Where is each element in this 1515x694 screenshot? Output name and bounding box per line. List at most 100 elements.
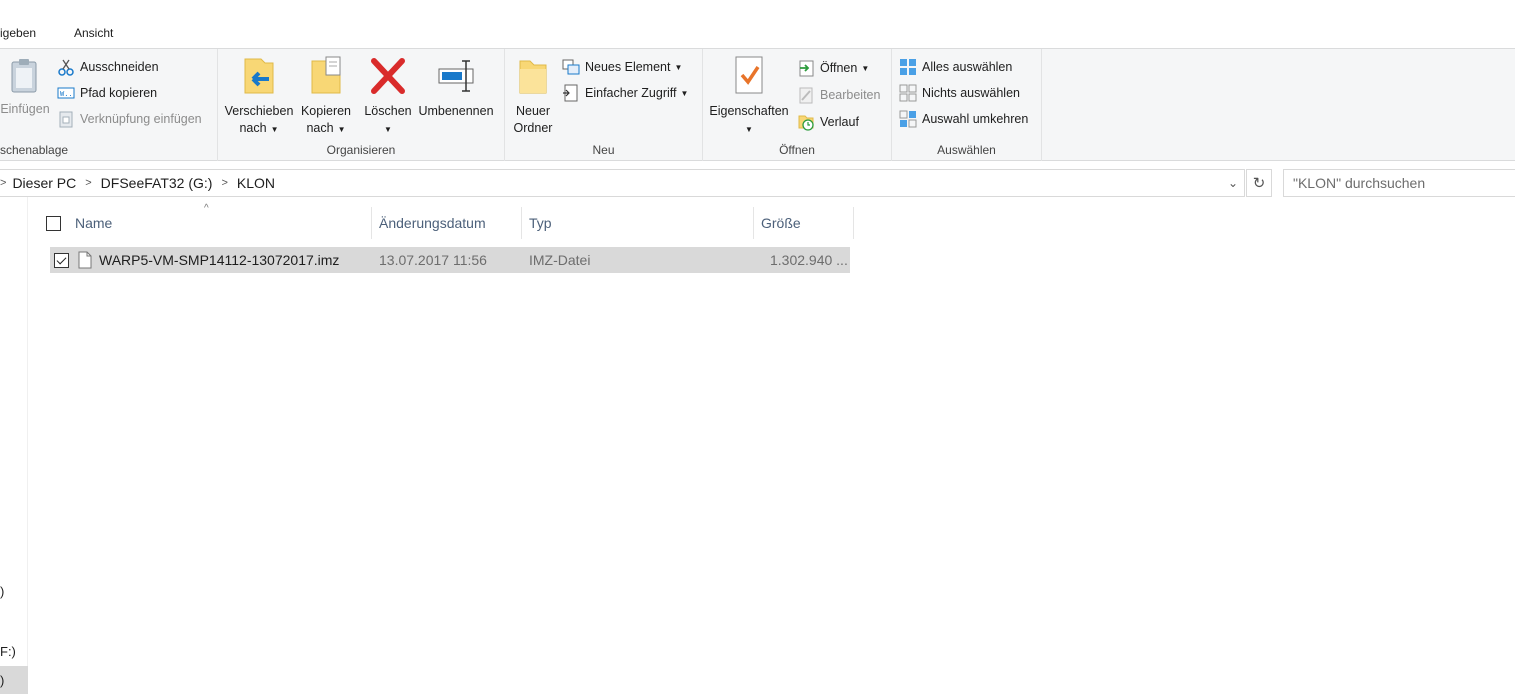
file-date: 13.07.2017 11:56 xyxy=(379,252,487,268)
history-label: Verlauf xyxy=(820,115,859,129)
chevron-down-icon: ▼ xyxy=(384,125,392,134)
folder-icon xyxy=(519,60,547,94)
column-name-label: Name xyxy=(75,215,113,231)
file-name[interactable]: WARP5-VM-SMP14112-13072017.imz xyxy=(99,247,339,273)
navigation-pane: ) F:) ) xyxy=(0,197,28,694)
properties-button[interactable]: Eigenschaften ▼ xyxy=(707,55,791,138)
delete-label: Löschen xyxy=(364,104,412,118)
easy-access-icon xyxy=(563,84,578,102)
cut-button[interactable]: Ausschneiden xyxy=(57,56,159,78)
address-bar[interactable]: > Dieser PC > DFSeeFAT32 (G:) > KLON ⌄ xyxy=(0,169,1245,197)
paste-button[interactable]: Einfügen xyxy=(0,57,50,118)
rename-button[interactable]: Umbenennen xyxy=(416,55,496,120)
copy-to-button[interactable]: Kopieren nach ▼ xyxy=(297,55,355,138)
group-label-select: Auswählen xyxy=(937,143,996,157)
tab-share[interactable]: igeben xyxy=(0,26,36,40)
select-none-button[interactable]: Nichts auswählen xyxy=(899,82,1020,104)
column-header-size[interactable]: Größe xyxy=(754,207,854,239)
new-folder-button[interactable]: Neuer Ordner xyxy=(509,55,557,137)
group-clipboard: Einfügen Ausschneiden W.. Pfad kopieren xyxy=(0,49,218,161)
column-header-type[interactable]: Typ xyxy=(522,207,754,239)
select-all-checkbox[interactable] xyxy=(46,215,61,231)
scissors-icon xyxy=(58,59,74,76)
group-label-new: Neu xyxy=(592,143,615,157)
invert-selection-icon xyxy=(899,110,917,128)
chevron-down-icon: ▼ xyxy=(270,125,279,134)
ribbon-tabbar: igeben Ansicht xyxy=(0,0,1515,48)
delete-button[interactable]: Löschen ▼ xyxy=(362,55,414,138)
file-type: IMZ-Datei xyxy=(529,252,591,268)
chevron-down-icon: ▼ xyxy=(680,88,689,98)
properties-check-icon xyxy=(735,56,763,94)
edit-label: Bearbeiten xyxy=(820,88,881,102)
paste-shortcut-label: Verknüpfung einfügen xyxy=(80,112,202,126)
copy-label-1: Kopieren xyxy=(300,104,352,118)
chevron-right-icon: > xyxy=(0,177,7,189)
row-checkbox-cell[interactable] xyxy=(54,247,69,273)
copy-path-button[interactable]: W.. Pfad kopieren xyxy=(57,82,157,104)
paste-shortcut-button[interactable]: Verknüpfung einfügen xyxy=(57,108,202,130)
column-header-date[interactable]: Änderungsdatum xyxy=(372,207,522,239)
select-all-label: Alles auswählen xyxy=(922,60,1013,74)
breadcrumb-this-pc[interactable]: Dieser PC xyxy=(12,175,76,191)
select-none-label: Nichts auswählen xyxy=(922,86,1020,100)
chevron-right-icon[interactable]: > xyxy=(221,177,227,189)
open-button[interactable]: Öffnen ▼ xyxy=(797,57,869,79)
new-item-label: Neues Element xyxy=(585,60,671,74)
breadcrumb-drive[interactable]: DFSeeFAT32 (G:) xyxy=(101,175,213,191)
row-checkbox[interactable] xyxy=(54,252,69,268)
group-new: Neuer Ordner Neues Element ▼ Einfacher Zu… xyxy=(505,49,703,161)
nav-item-1[interactable]: ) xyxy=(0,584,4,599)
tab-view[interactable]: Ansicht xyxy=(74,26,113,40)
invert-selection-label: Auswahl umkehren xyxy=(922,112,1029,126)
select-none-icon xyxy=(899,84,917,102)
move-label-1: Verschieben xyxy=(224,104,294,118)
group-label-clipboard: schenablage xyxy=(0,143,69,157)
move-folder-icon xyxy=(244,58,274,94)
refresh-icon: ↻ xyxy=(1252,175,1266,192)
svg-text:W..: W.. xyxy=(60,90,73,98)
new-item-icon xyxy=(562,59,580,75)
file-icon xyxy=(78,251,92,269)
search-input[interactable] xyxy=(1283,169,1515,197)
chevron-down-icon: ▼ xyxy=(861,63,870,73)
breadcrumb-klon[interactable]: KLON xyxy=(237,175,275,191)
paste-shortcut-icon xyxy=(59,111,73,128)
nav-item-3[interactable]: ) xyxy=(0,666,28,694)
rename-icon xyxy=(438,60,474,92)
ribbon: Einfügen Ausschneiden W.. Pfad kopieren xyxy=(0,48,1515,161)
refresh-button[interactable]: ↻ xyxy=(1246,169,1272,197)
group-open: Eigenschaften ▼ Öffnen ▼ Bearbeiten Verla… xyxy=(703,49,892,161)
column-header-name[interactable]: Name ^ xyxy=(38,203,372,239)
easy-access-label: Einfacher Zugriff xyxy=(585,86,677,100)
invert-selection-button[interactable]: Auswahl umkehren xyxy=(899,108,1028,130)
move-label-2: nach xyxy=(239,121,267,135)
nav-item-2[interactable]: F:) xyxy=(0,644,16,659)
easy-access-button[interactable]: Einfacher Zugriff ▼ xyxy=(562,82,688,104)
select-all-button[interactable]: Alles auswählen xyxy=(899,56,1012,78)
address-bar-row: > Dieser PC > DFSeeFAT32 (G:) > KLON ⌄ ↻ xyxy=(0,169,1515,197)
group-select: Alles auswählen Nichts auswählen Auswahl… xyxy=(892,49,1042,161)
new-item-button[interactable]: Neues Element ▼ xyxy=(562,56,682,78)
copy-label-2: nach xyxy=(306,121,334,135)
open-arrow-icon xyxy=(799,60,814,77)
group-label-open: Öffnen xyxy=(779,143,815,157)
table-row[interactable]: WARP5-VM-SMP14112-13072017.imz 13.07.201… xyxy=(50,247,850,273)
properties-label: Eigenschaften xyxy=(709,104,789,118)
sort-ascending-icon: ^ xyxy=(204,203,209,214)
chevron-down-icon: ▼ xyxy=(337,125,346,134)
clipboard-icon xyxy=(11,59,37,93)
open-label: Öffnen xyxy=(820,61,858,75)
edit-button[interactable]: Bearbeiten xyxy=(797,84,880,106)
move-to-button[interactable]: Verschieben nach ▼ xyxy=(223,55,295,138)
chevron-right-icon[interactable]: > xyxy=(85,177,91,189)
copy-path-label: Pfad kopieren xyxy=(80,86,158,100)
delete-x-icon xyxy=(371,58,405,94)
new-folder-label-2: Ordner xyxy=(513,121,553,135)
select-all-icon xyxy=(900,59,916,75)
paste-label: Einfügen xyxy=(0,102,50,116)
new-folder-label-1: Neuer xyxy=(515,104,551,118)
group-organize: Verschieben nach ▼ Kopieren nach ▼ Löschen… xyxy=(218,49,505,161)
chevron-down-icon[interactable]: ⌄ xyxy=(1228,176,1238,190)
history-button[interactable]: Verlauf xyxy=(797,111,859,133)
